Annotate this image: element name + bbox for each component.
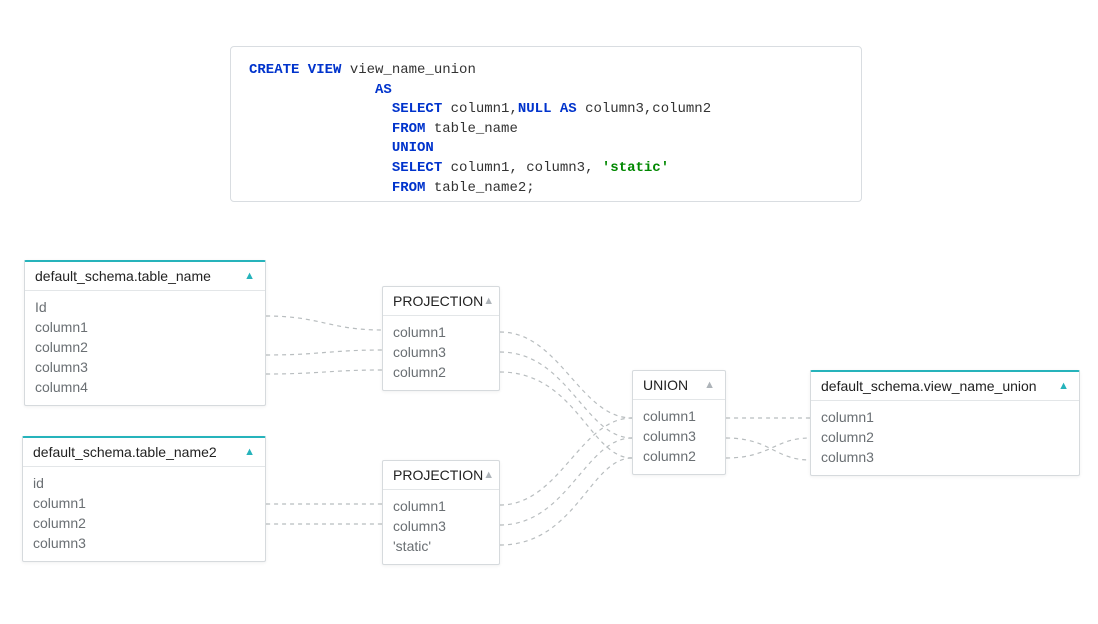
table-row: column1 [643,406,715,426]
table-row: column2 [821,427,1069,447]
node-view-body: column1 column2 column3 [811,401,1079,475]
txt-from1: table_name [425,121,517,137]
table-row: column3 [393,516,489,536]
table-row: column1 [393,496,489,516]
chevron-up-icon: ▲ [244,270,255,282]
node-table1-body: Id column1 column2 column3 column4 [25,291,265,405]
node-union-title: UNION [643,377,688,393]
table-row: column3 [33,533,255,553]
table-row: column1 [821,407,1069,427]
node-projection2-header[interactable]: PROJECTION ▲ [383,461,499,490]
node-table1-title: default_schema.table_name [35,268,211,284]
table-row: column2 [393,362,489,382]
node-union[interactable]: UNION ▲ column1 column3 column2 [632,370,726,475]
kw-select2: SELECT [392,160,442,176]
table-row: column3 [35,357,255,377]
node-projection2-body: column1 column3 'static' [383,490,499,564]
table-row: 'static' [393,536,489,556]
node-table2-title: default_schema.table_name2 [33,444,217,460]
node-projection2[interactable]: PROJECTION ▲ column1 column3 'static' [382,460,500,565]
table-row: id [33,473,255,493]
kw-union: UNION [392,140,434,156]
table-row: column4 [35,377,255,397]
sql-code-block: CREATE VIEW view_name_union AS SELECT co… [230,46,862,202]
table-row: column1 [393,322,489,342]
chevron-up-icon: ▲ [244,446,255,458]
table-row: column2 [35,337,255,357]
table-row: column2 [33,513,255,533]
table-row: column3 [821,447,1069,467]
txt-from2: table_name2; [425,180,534,196]
node-projection1[interactable]: PROJECTION ▲ column1 column3 column2 [382,286,500,391]
node-projection1-header[interactable]: PROJECTION ▲ [383,287,499,316]
kw-as: AS [375,82,392,98]
chevron-up-icon: ▲ [483,295,494,307]
node-union-header[interactable]: UNION ▲ [633,371,725,400]
table-row: column1 [35,317,255,337]
node-table2-body: id column1 column2 column3 [23,467,265,561]
table-row: column2 [643,446,715,466]
str-static: 'static' [602,160,669,176]
node-projection2-title: PROJECTION [393,467,483,483]
node-table2[interactable]: default_schema.table_name2 ▲ id column1 … [22,436,266,562]
node-table2-header[interactable]: default_schema.table_name2 ▲ [23,438,265,467]
txt-cols2a: column1, column3, [442,160,602,176]
table-row: Id [35,297,255,317]
node-projection1-body: column1 column3 column2 [383,316,499,390]
node-view-header[interactable]: default_schema.view_name_union ▲ [811,372,1079,401]
table-row: column3 [393,342,489,362]
node-projection1-title: PROJECTION [393,293,483,309]
node-view[interactable]: default_schema.view_name_union ▲ column1… [810,370,1080,476]
chevron-up-icon: ▲ [704,379,715,391]
node-union-body: column1 column3 column2 [633,400,725,474]
node-table1[interactable]: default_schema.table_name ▲ Id column1 c… [24,260,266,406]
txt-view-name: view_name_union [341,62,475,78]
table-row: column3 [643,426,715,446]
txt-cols1b: column3,column2 [577,101,711,117]
kw-from1: FROM [392,121,426,137]
kw-null-as: NULL AS [518,101,577,117]
txt-cols1a: column1, [442,101,518,117]
table-row: column1 [33,493,255,513]
kw-create-view: CREATE VIEW [249,62,341,78]
kw-from2: FROM [392,180,426,196]
node-view-title: default_schema.view_name_union [821,378,1037,394]
chevron-up-icon: ▲ [483,469,494,481]
node-table1-header[interactable]: default_schema.table_name ▲ [25,262,265,291]
diagram-canvas: CREATE VIEW view_name_union AS SELECT co… [0,0,1098,624]
chevron-up-icon: ▲ [1058,380,1069,392]
kw-select1: SELECT [392,101,442,117]
